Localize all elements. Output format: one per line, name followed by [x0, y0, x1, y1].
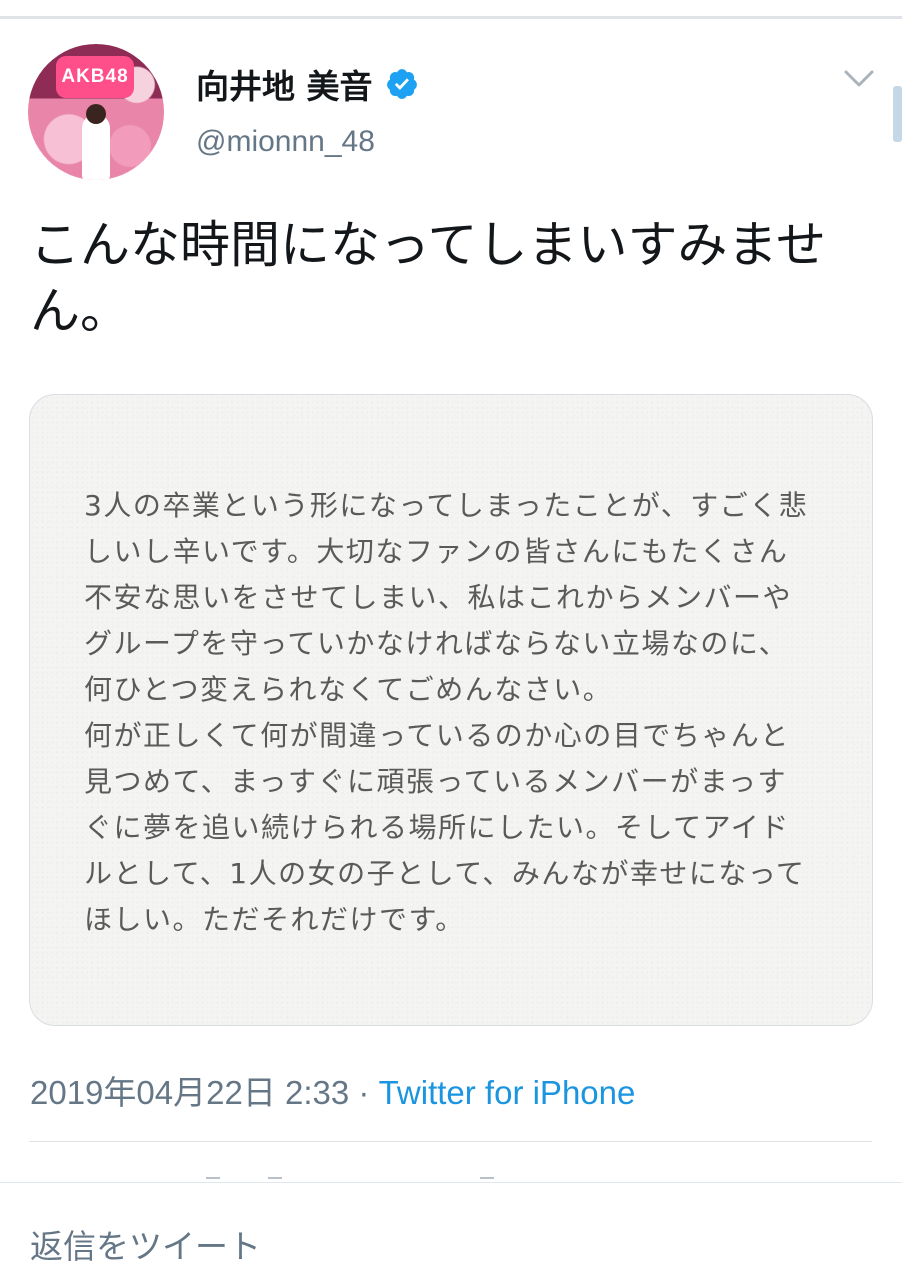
divider: [0, 1182, 902, 1183]
scrollbar[interactable]: [893, 86, 902, 142]
verified-badge-icon: [386, 69, 417, 99]
cut-off-action-row: [0, 1165, 902, 1183]
tweet-meta: 2019年04月22日 2:33 · Twitter for iPhone: [30, 1066, 635, 1114]
user-name-row[interactable]: 向井地 美音: [196, 60, 419, 108]
image-text-line: 3人の卒業という形になってしまったことが、すごく悲: [84, 489, 809, 522]
avatar-sign: AKB48: [56, 56, 134, 98]
image-text-line: 何が正しくて何が間違っているのか心の目でちゃんと: [84, 719, 790, 752]
tweet-source-link[interactable]: Twitter for iPhone: [379, 1074, 636, 1111]
avatar-figure-head: [86, 104, 106, 124]
image-text-line: 何ひとつ変えられなくてごめんなさい。: [84, 673, 613, 706]
top-divider: [0, 0, 902, 19]
tweet-text: こんな時間になってしまいすみません。: [30, 216, 826, 340]
image-text-line: ほしい。ただそれだけです。: [84, 903, 465, 936]
avatar[interactable]: AKB48: [28, 44, 164, 180]
image-text-line: しいし辛いです。大切なファンの皆さんにもたくさん: [84, 535, 789, 568]
image-text-line: グループを守っていかなければならない立場なのに、: [84, 627, 789, 660]
image-text-line: 不安な思いをさせてしまい、私はこれからメンバーや: [84, 581, 793, 614]
meta-separator: ·: [358, 1074, 370, 1111]
display-name[interactable]: 向井地 美音: [196, 60, 373, 108]
divider: [29, 1141, 872, 1142]
user-handle[interactable]: @mionnn_48: [196, 125, 375, 159]
image-text-line: 見つめて、まっすぐに頑張っているメンバーがまっす: [84, 765, 787, 798]
tweet-image[interactable]: 3人の卒業という形になってしまったことが、すごく悲 しいし辛いです。大切なファン…: [29, 394, 873, 1026]
image-text-line: ルとして、1人の女の子として、みんなが幸せになって: [84, 857, 806, 890]
chevron-down-icon[interactable]: [842, 68, 876, 90]
image-text-line: ぐに夢を追い続けられる場所にしたい。そしてアイド: [84, 811, 790, 844]
tweet-timestamp[interactable]: 2019年04月22日 2:33: [30, 1074, 349, 1111]
reply-input[interactable]: 返信をツイート: [30, 1220, 261, 1268]
